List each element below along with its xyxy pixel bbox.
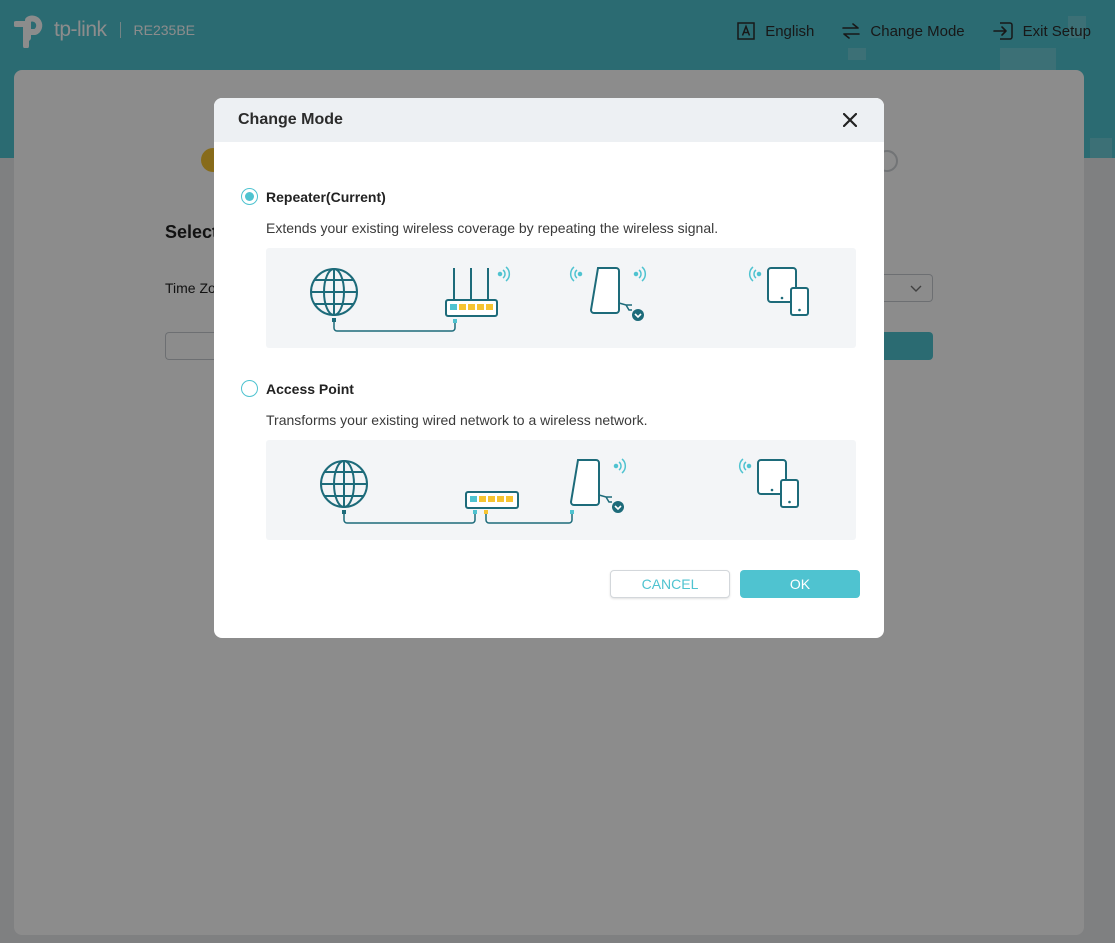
access-point-radio[interactable] bbox=[241, 380, 258, 397]
devices-icon bbox=[748, 266, 809, 316]
access-point-label: Access Point bbox=[266, 380, 354, 397]
radio-selected-dot bbox=[245, 192, 254, 201]
access-point-device-icon bbox=[569, 458, 627, 513]
router-icon bbox=[445, 268, 498, 317]
wifi-signal-icon bbox=[497, 266, 511, 282]
access-point-diagram bbox=[266, 440, 856, 540]
repeater-label: Repeater(Current) bbox=[266, 188, 386, 205]
range-extender-icon bbox=[569, 266, 647, 321]
close-button[interactable] bbox=[840, 110, 860, 130]
dialog-header: Change Mode bbox=[214, 98, 884, 142]
internet-globe-icon bbox=[320, 460, 368, 508]
access-point-option[interactable]: Access Point bbox=[241, 380, 354, 397]
close-icon bbox=[843, 113, 857, 127]
cancel-button[interactable]: CANCEL bbox=[610, 570, 730, 598]
devices-icon bbox=[738, 458, 799, 508]
repeater-diagram bbox=[266, 248, 856, 348]
internet-globe-icon bbox=[310, 268, 358, 316]
repeater-description: Extends your existing wireless coverage … bbox=[266, 220, 719, 236]
dialog-title: Change Mode bbox=[238, 111, 343, 128]
repeater-option[interactable]: Repeater(Current) bbox=[241, 188, 386, 205]
change-mode-dialog: Change Mode Repeater(Current) Extends yo… bbox=[214, 98, 884, 638]
access-point-description: Transforms your existing wired network t… bbox=[266, 412, 648, 428]
switch-icon bbox=[465, 491, 519, 509]
repeater-radio[interactable] bbox=[241, 188, 258, 205]
ok-button[interactable]: OK bbox=[740, 570, 860, 598]
